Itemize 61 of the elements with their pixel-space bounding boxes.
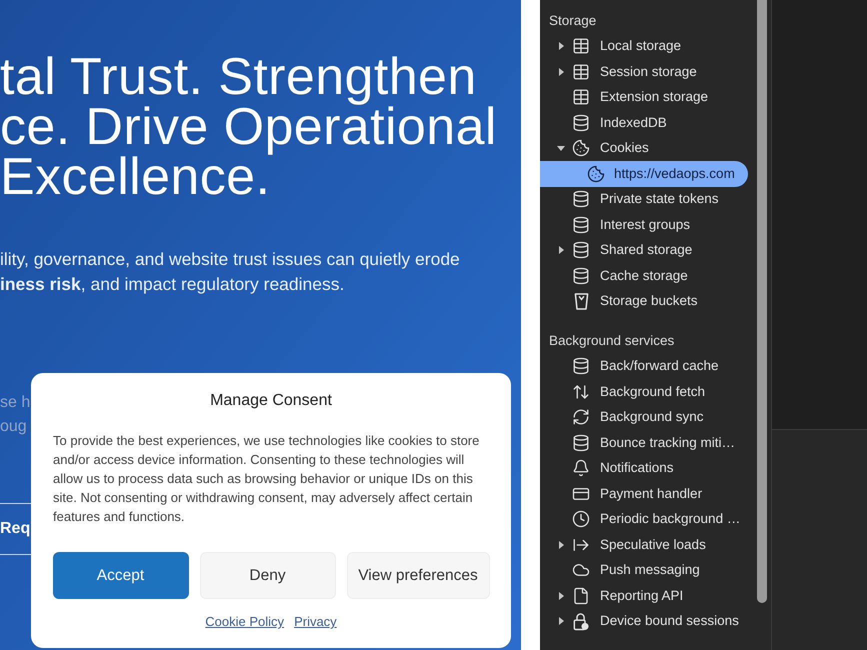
tree-item[interactable]: Storage buckets: [572, 288, 698, 314]
tree-item[interactable]: Extension storage: [572, 84, 708, 110]
tree-item[interactable]: Notifications: [572, 456, 674, 481]
dialog-title: Manage Consent: [210, 391, 332, 411]
caret-right-icon[interactable]: [558, 246, 564, 254]
file-icon: [572, 586, 590, 605]
faded-text: se h oug: [0, 393, 30, 437]
table-icon: [572, 37, 590, 56]
tree-item[interactable]: Cookies: [555, 136, 649, 161]
table-icon: [572, 62, 590, 81]
caret-right-icon[interactable]: [558, 617, 564, 626]
database-icon: [572, 216, 590, 234]
tree-item[interactable]: Interest groups: [572, 212, 690, 238]
lock-icon: [573, 612, 589, 631]
tree-item[interactable]: Background sync: [572, 404, 704, 430]
tree-item[interactable]: Bounce tracking miti…: [572, 430, 736, 456]
clock-icon: [572, 510, 590, 528]
tree-item[interactable]: Background fetch: [572, 379, 706, 404]
preferences-button[interactable]: View preferences: [346, 552, 490, 599]
cookie-icon: [572, 139, 590, 158]
tree-item[interactable]: IndexedDB: [572, 110, 667, 136]
caret-right-icon[interactable]: [558, 68, 564, 76]
section-heading: Storage: [549, 12, 596, 30]
tree-item[interactable]: Speculative loads: [555, 532, 706, 558]
database-icon: [572, 357, 590, 376]
cookie-policy-link[interactable]: Cookie Policy: [205, 614, 284, 630]
tree-item[interactable]: Shared storage: [555, 238, 692, 263]
caret-right-icon[interactable]: [558, 42, 564, 50]
hero-paragraph: ility, governance, and website trust issues can quietly erode iness risk, and impact regulatory readiness.: [0, 248, 460, 296]
tree-item[interactable]: Periodic background …: [572, 506, 740, 532]
database-icon: [572, 266, 590, 285]
tree-item[interactable]: Private state tokens: [572, 186, 719, 212]
tree-item[interactable]: Back/forward cache: [572, 354, 719, 379]
bucket-icon: [574, 292, 588, 310]
section-heading: Background services: [549, 332, 674, 350]
up-down-arrows-icon: [572, 382, 590, 401]
tree-item[interactable]: Reporting API: [555, 583, 684, 608]
hero-heading: tal Trust. Strengthen ce. Drive Operational Excellence.: [0, 52, 497, 202]
sync-icon: [572, 408, 590, 426]
tree-item[interactable]: Push messaging: [572, 558, 700, 583]
tree-item[interactable]: Payment handler: [572, 481, 702, 506]
bell-icon: [572, 459, 590, 478]
scrollbar-thumb[interactable]: [757, 0, 767, 603]
tree-item[interactable]: Cache storage: [572, 263, 688, 288]
database-icon: [572, 241, 590, 260]
tree-item[interactable]: Session storage: [555, 59, 697, 84]
caret-right-icon[interactable]: [558, 592, 564, 600]
tree-item[interactable]: Local storage: [555, 34, 682, 59]
privacy-link[interactable]: Privacy: [294, 614, 337, 630]
tree-item[interactable]: Device bound sessions: [555, 608, 739, 634]
database-icon: [572, 434, 590, 452]
deny-button[interactable]: Deny: [200, 552, 336, 599]
caret-right-icon[interactable]: [558, 540, 564, 549]
database-icon: [572, 190, 590, 208]
cookie-icon: [587, 164, 605, 183]
table-icon: [572, 88, 590, 106]
database-icon: [572, 114, 590, 132]
tree-item[interactable]: https://vedaops.com: [540, 161, 748, 186]
caret-down-icon[interactable]: [557, 146, 565, 151]
accept-button[interactable]: Accept: [52, 552, 188, 599]
consent-text: To provide the best experiences, we use technologies like cookies to store and/or access device information. Consenting to these technologies will allow us to process data such as browsing behavior or unique IDs on this site. Not consenting or withdrawing consent, may adversely affect certain features and functions.: [53, 432, 480, 526]
